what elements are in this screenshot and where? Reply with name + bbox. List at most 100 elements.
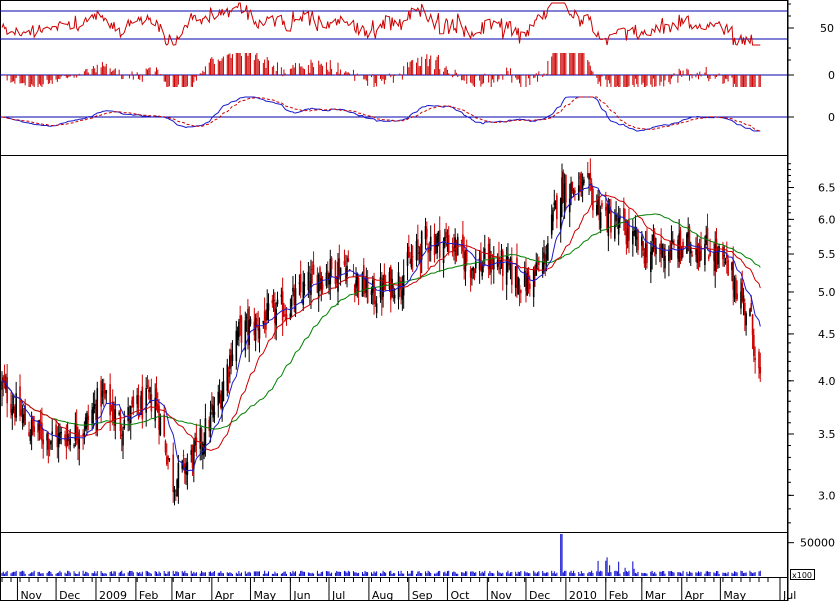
candle-body: [272, 299, 275, 301]
candle-body: [501, 251, 504, 277]
candle-body: [753, 334, 755, 356]
stock-chart: 3.0 3.5 4.0 4.5 5.0 5.5 6.0 6.5 50 0 0 50000 x100 No…: [0, 0, 836, 602]
candle-body: [384, 283, 387, 285]
candle-body: [601, 203, 603, 207]
month-label: Jul: [331, 589, 345, 602]
candle-body: [60, 431, 63, 434]
candle-body: [281, 291, 284, 321]
indicator-tick-label: 0: [828, 111, 835, 124]
candle-body: [410, 258, 413, 268]
candle-body: [465, 249, 468, 262]
candle-body: [507, 256, 509, 260]
candle-body: [751, 314, 754, 335]
volume-multiplier-label: x100: [792, 571, 812, 580]
candle-body: [42, 439, 44, 445]
month-label: Dec: [529, 589, 550, 602]
price-tick-label: 3.0: [818, 489, 836, 502]
candle-body: [462, 234, 464, 252]
candle-body: [294, 288, 297, 314]
month-label: Oct: [450, 589, 470, 602]
candle-body: [357, 277, 360, 292]
candle-body: [47, 438, 50, 450]
month-label: Nov: [20, 589, 42, 602]
month-label: Jul: [782, 589, 796, 602]
candle-body: [750, 303, 753, 312]
candle-body: [33, 426, 35, 433]
candle-body: [520, 289, 522, 293]
month-label: Feb: [139, 589, 158, 602]
candle-body: [310, 273, 312, 295]
candle-body: [59, 432, 61, 441]
month-label: Mar: [175, 589, 196, 602]
candle-body: [83, 432, 86, 436]
candle-body: [258, 328, 261, 339]
month-label: Jun: [292, 589, 310, 602]
candle-body: [149, 387, 151, 393]
candle-body: [469, 269, 472, 278]
candle-body: [352, 275, 355, 277]
price-tick-label: 3.5: [818, 428, 836, 441]
candle-body: [362, 265, 365, 294]
candle-body: [155, 388, 158, 399]
candle-body: [105, 390, 108, 394]
candle-body: [132, 396, 135, 408]
candle-body: [87, 415, 90, 421]
candle-body: [664, 255, 666, 269]
candle-body: [167, 455, 169, 459]
candle-body: [299, 273, 302, 293]
candle-body: [240, 316, 243, 343]
month-label: Dec: [59, 589, 80, 602]
candle-body: [64, 434, 66, 441]
candle-body: [680, 249, 683, 259]
candle-body: [330, 257, 333, 270]
candle-body: [426, 228, 428, 238]
candle-body: [679, 230, 682, 251]
candle-body: [69, 438, 72, 445]
candle-body: [173, 489, 176, 493]
candle-body: [177, 462, 180, 489]
candle-body: [632, 231, 634, 245]
candle-body: [276, 299, 279, 305]
candle-body: [137, 395, 140, 408]
candle-body: [256, 319, 258, 321]
candle-body: [617, 216, 620, 235]
candle-body: [706, 227, 709, 250]
candle-body: [159, 415, 162, 435]
indicator-tick-label: 50: [820, 22, 834, 35]
candle-body: [150, 394, 153, 412]
month-label: Feb: [609, 589, 628, 602]
price-tick-label: 6.5: [818, 182, 836, 195]
candle-body: [262, 320, 265, 324]
volume-panel: [1, 534, 761, 576]
candle-body: [556, 195, 558, 220]
candle-body: [290, 296, 293, 307]
right-axis: 3.0 3.5 4.0 4.5 5.0 5.5 6.0 6.5 50 0 0 50000 x100: [787, 0, 836, 601]
candle-body: [28, 432, 30, 437]
volume-tick-label: 50000: [800, 537, 835, 550]
candles: [1, 158, 762, 506]
candle-body: [583, 179, 585, 183]
candle-body: [610, 209, 612, 233]
candle-body: [73, 445, 75, 447]
candle-body: [343, 260, 346, 265]
candle-body: [172, 454, 175, 492]
candle-body: [429, 236, 432, 251]
price-tick-label: 5.5: [818, 248, 836, 261]
candle-body: [373, 278, 375, 304]
candle-body: [634, 230, 637, 238]
candle-body: [275, 308, 278, 326]
panel-frames: [0, 0, 788, 601]
candle-body: [759, 366, 762, 374]
candle-body: [68, 434, 70, 436]
candle-body: [745, 313, 747, 326]
price-tick-label: 5.0: [818, 286, 836, 299]
month-label: Apr: [215, 589, 235, 602]
month-label: 2010: [569, 589, 597, 602]
indicator-panels: [0, 2, 788, 132]
candle-body: [709, 249, 711, 257]
candle-body: [254, 318, 257, 341]
candle-body: [146, 385, 149, 387]
candle-body: [163, 414, 166, 437]
candle-body: [642, 241, 644, 251]
month-label: 2009: [99, 589, 127, 602]
